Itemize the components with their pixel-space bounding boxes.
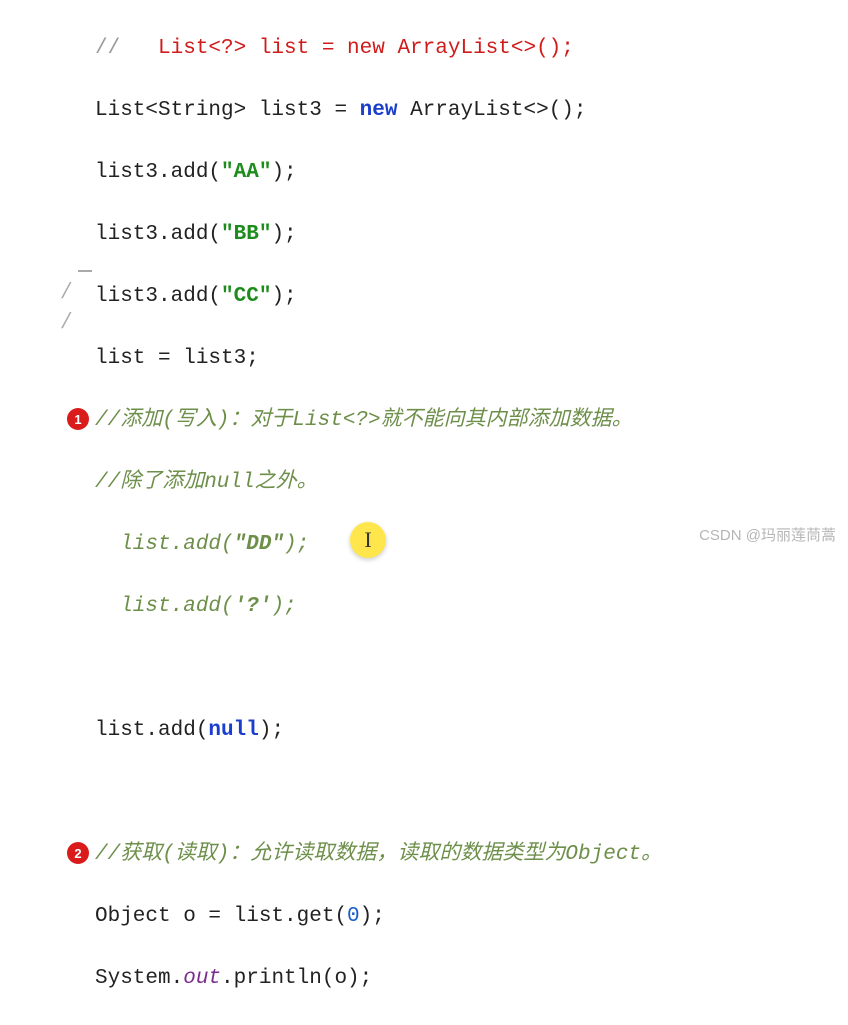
watermark-text: CSDN @玛丽莲茼蒿: [699, 524, 836, 545]
code-text: );: [271, 161, 296, 184]
gutter-mark-icon: /: [60, 278, 73, 304]
code-text: System.: [95, 967, 183, 990]
code-text: list3.add(: [95, 223, 221, 246]
comment-line: //获取(读取)：允许读取数据，读取的数据类型为Object。: [95, 843, 662, 866]
code-text: list.add(: [95, 595, 234, 618]
code-text: ArrayList<>();: [397, 99, 586, 122]
code-editor[interactable]: // List<?> list = new ArrayList<>(); Lis…: [95, 2, 662, 1025]
commented-code: List<?> list = new ArrayList<>();: [158, 37, 574, 60]
code-text: list.add(: [95, 719, 208, 742]
editor-gutter: / /: [0, 0, 90, 553]
annotation-badge-2: 2: [67, 842, 89, 864]
comment-prefix: //: [95, 37, 158, 60]
string-literal: "CC": [221, 285, 271, 308]
comment-line: //添加(写入)：对于List<?>就不能向其内部添加数据。: [95, 409, 633, 432]
string-literal: "AA": [221, 161, 271, 184]
gutter-divider: [78, 270, 92, 272]
code-text: list = list3;: [95, 347, 259, 370]
keyword-new: new: [360, 99, 398, 122]
code-text: );: [259, 719, 284, 742]
comment-line: //除了添加null之外。: [95, 471, 318, 494]
code-text: Object o = list.get(: [95, 905, 347, 928]
code-text: List<String> list3 =: [95, 99, 360, 122]
number-literal: 0: [347, 905, 360, 928]
code-text: .println(o);: [221, 967, 372, 990]
code-text: );: [271, 595, 296, 618]
code-text: );: [360, 905, 385, 928]
code-text: list3.add(: [95, 161, 221, 184]
field-out: out: [183, 967, 221, 990]
cursor-glyph: I: [364, 527, 371, 553]
char-literal: '?': [234, 595, 272, 618]
keyword-null: null: [208, 719, 258, 742]
code-text: );: [271, 223, 296, 246]
string-literal: "BB": [221, 223, 271, 246]
gutter-mark-icon: /: [60, 308, 73, 334]
code-text: );: [271, 285, 296, 308]
code-text: list3.add(: [95, 285, 221, 308]
